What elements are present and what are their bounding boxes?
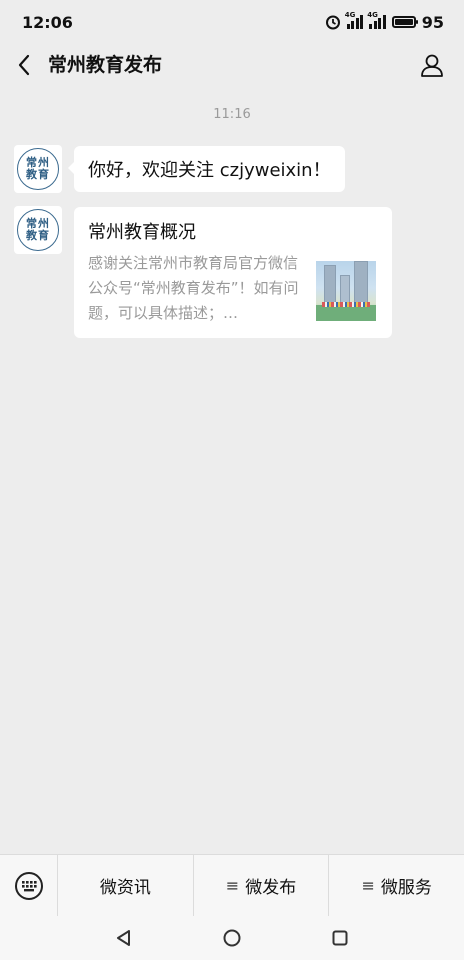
menu-list-icon: ≡ — [225, 876, 240, 895]
article-thumbnail — [316, 261, 376, 321]
back-button[interactable] — [12, 52, 36, 78]
article-title: 常州教育概况 — [88, 222, 196, 243]
avatar-logo: 常州 教育 — [17, 209, 59, 251]
nav-back-button[interactable] — [110, 924, 138, 952]
alarm-icon — [325, 15, 340, 30]
bottom-menu: 微资讯 ≡ 微发布 ≡ 微服务 — [0, 854, 464, 916]
message-bubble-greeting[interactable]: 你好，欢迎关注 czjyweixin！ — [68, 146, 345, 192]
menu-item-label: 微发布 — [245, 878, 297, 898]
status-time: 12:06 — [22, 12, 73, 32]
menu-list-icon: ≡ — [361, 876, 375, 895]
system-nav-bar — [0, 916, 464, 960]
circle-home-icon — [223, 929, 241, 947]
battery-level: 95 — [421, 12, 444, 32]
nav-home-button[interactable] — [218, 924, 246, 952]
signal-icon-2: 4G — [367, 11, 386, 29]
avatar[interactable]: 常州 教育 — [14, 145, 62, 193]
keyboard-toggle-button[interactable] — [0, 855, 58, 916]
article-description: 感谢关注常州市教育局官方微信公众号“常州教育发布”！如有问题，可以具体描述；… — [88, 254, 299, 322]
menu-item-wei-zixun[interactable]: 微资讯 — [58, 855, 194, 916]
status-icons: 4G 4G 95 — [325, 11, 444, 32]
article-card[interactable]: 常州教育概况 感谢关注常州市教育局官方微信公众号“常州教育发布”！如有问题，可以… — [74, 207, 392, 338]
menu-item-wei-fuwu[interactable]: ≡ 微服务 — [329, 855, 464, 916]
menu-item-wei-fabu[interactable]: ≡ 微发布 — [194, 855, 330, 916]
title-bar: 常州教育发布 — [0, 44, 464, 86]
page-title: 常州教育发布 — [48, 54, 163, 76]
person-icon — [421, 54, 443, 77]
menu-item-label: 微资讯 — [99, 878, 151, 898]
status-bar: 12:06 4G 4G 95 — [0, 0, 464, 44]
battery-icon — [391, 16, 418, 28]
chat-timestamp: 11:16 — [213, 107, 251, 122]
nav-recents-button[interactable] — [326, 924, 354, 952]
chevron-left-icon — [18, 54, 30, 76]
avatar[interactable]: 常州 教育 — [14, 206, 62, 254]
triangle-back-icon — [117, 930, 130, 946]
keyboard-icon — [14, 871, 43, 900]
greeting-text: 你好，欢迎关注 czjyweixin！ — [88, 160, 331, 181]
avatar-logo: 常州 教育 — [17, 148, 59, 190]
menu-item-label: 微服务 — [380, 878, 432, 898]
profile-button[interactable] — [418, 51, 446, 79]
square-recents-icon — [332, 930, 348, 946]
signal-icon-1: 4G — [345, 11, 364, 29]
